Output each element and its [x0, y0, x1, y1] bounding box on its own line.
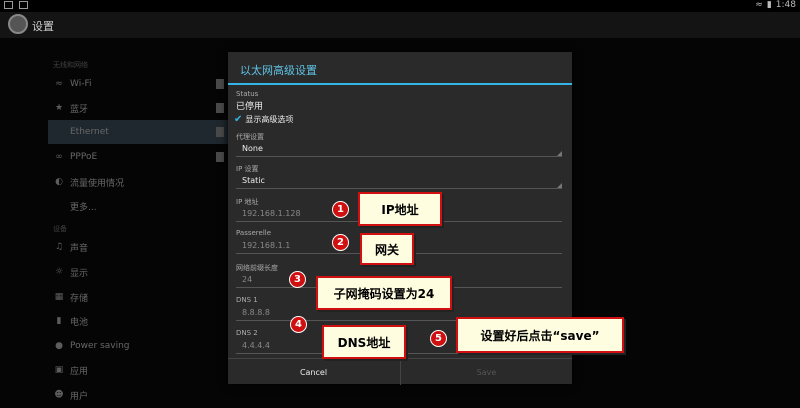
proxy-label: 代理设置	[236, 133, 264, 141]
wifi-status-icon: ≈	[755, 0, 763, 10]
prefix-length-label: 网络前缀长度	[236, 264, 278, 272]
annotation-callout: IP地址	[358, 192, 442, 226]
app-title: 设置	[32, 20, 54, 33]
annotation-callout: 设置好后点击“save”	[456, 317, 624, 353]
clock: 1:48	[775, 0, 796, 10]
status-label: Status	[236, 90, 259, 98]
cancel-button[interactable]: Cancel	[228, 359, 399, 385]
annotation-callout: DNS地址	[322, 325, 406, 359]
annotation-callout: 网关	[360, 233, 414, 265]
annotation-number: 3	[289, 271, 306, 288]
annotation-number: 5	[430, 330, 447, 347]
ip-settings-label: IP 设置	[236, 165, 259, 173]
checkmark-icon: ✔	[234, 114, 243, 125]
proxy-spinner[interactable]: None	[236, 143, 562, 157]
gateway-label: Passerelle	[236, 229, 272, 237]
dropdown-triangle-icon	[557, 183, 562, 188]
dns1-label: DNS 1	[236, 296, 258, 304]
dialog-title: 以太网高级设置	[240, 64, 317, 77]
status-value: 已停用	[236, 102, 264, 112]
annotation-callout: 子网掩码设置为24	[316, 276, 452, 310]
show-advanced-checkbox[interactable]: ✔ 显示高级选项	[234, 114, 293, 125]
annotation-number: 1	[332, 201, 349, 218]
settings-app-icon[interactable]	[8, 14, 28, 34]
title-divider	[228, 83, 572, 85]
ip-settings-spinner[interactable]: Static	[236, 175, 562, 189]
battery-status-icon: ▮	[766, 0, 772, 10]
dialog-button-bar: Cancel Save	[228, 358, 572, 385]
ip-address-label: IP 地址	[236, 198, 259, 206]
save-button[interactable]: Save	[400, 359, 572, 385]
image-icon	[19, 1, 28, 9]
dropdown-triangle-icon	[557, 151, 562, 156]
annotation-number: 2	[332, 234, 349, 251]
action-bar: 设置	[0, 12, 800, 38]
annotation-number: 4	[290, 316, 307, 333]
dns2-label: DNS 2	[236, 329, 258, 337]
status-bar: ≈ ▮ 1:48	[0, 0, 800, 12]
notification-icon	[4, 1, 13, 9]
